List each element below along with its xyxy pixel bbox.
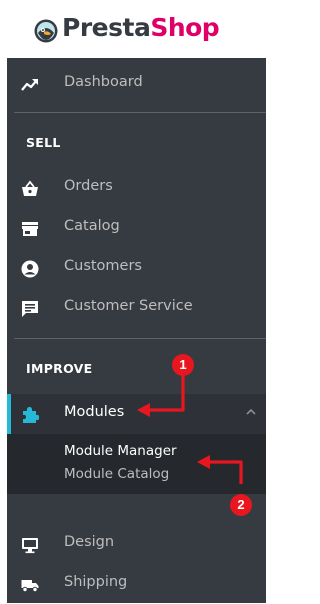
sidebar-item-label: Dashboard [64, 74, 143, 90]
monitor-icon [22, 538, 38, 554]
sidebar-item-dashboard[interactable]: Dashboard [7, 64, 266, 104]
sidebar-item-modules[interactable]: Modules [7, 394, 266, 434]
sidebar-item-catalog[interactable]: Catalog [7, 208, 266, 248]
truck-icon [21, 580, 39, 593]
sidebar-item-customers[interactable]: Customers [7, 248, 266, 288]
sidebar-item-label: Customer Service [64, 298, 193, 314]
chevron-up-icon[interactable] [245, 406, 257, 418]
puzzle-piece-icon [23, 407, 39, 423]
logo-part-shop: Shop [150, 13, 220, 42]
sidebar-item-design[interactable]: Design [7, 524, 266, 564]
sidebar-item-label: Design [64, 534, 115, 550]
divider [14, 112, 266, 113]
logo-part-presta: Presta [62, 13, 151, 42]
sidebar-item-customer-service[interactable]: Customer Service [7, 288, 266, 328]
section-heading-improve: IMPROVE [26, 361, 93, 376]
sidebar-item-shipping[interactable]: Shipping [7, 564, 266, 604]
logo-bar: PrestaShop [0, 0, 266, 58]
sidebar-item-orders[interactable]: Orders [7, 168, 266, 208]
prestashop-logo-text[interactable]: PrestaShop [62, 13, 220, 42]
account-circle-icon [21, 260, 39, 278]
sidebar-item-label: Shipping [64, 574, 128, 590]
sidebar-item-label: Catalog [64, 218, 120, 234]
section-heading-sell: SELL [26, 135, 61, 150]
store-icon [22, 222, 38, 236]
annotation-marker-2: 2 [230, 494, 252, 516]
sidebar-item-label: Orders [64, 178, 113, 194]
shopping-basket-icon [22, 180, 38, 196]
sidebar-item-label: Customers [64, 258, 142, 274]
submenu-item-module-catalog[interactable]: Module Catalog [64, 466, 169, 482]
trending-up-icon [21, 79, 38, 91]
modules-submenu: Module Manager Module Catalog [7, 434, 266, 494]
chat-icon [22, 301, 38, 317]
prestashop-puffin-icon [34, 19, 58, 43]
annotation-marker-1: 1 [172, 354, 194, 376]
admin-sidebar: Dashboard SELL Orders Catalog Customers [7, 58, 266, 603]
sidebar-item-label: Modules [64, 404, 125, 420]
divider [14, 338, 266, 339]
active-indicator [7, 394, 11, 434]
submenu-item-module-manager[interactable]: Module Manager [64, 443, 177, 459]
